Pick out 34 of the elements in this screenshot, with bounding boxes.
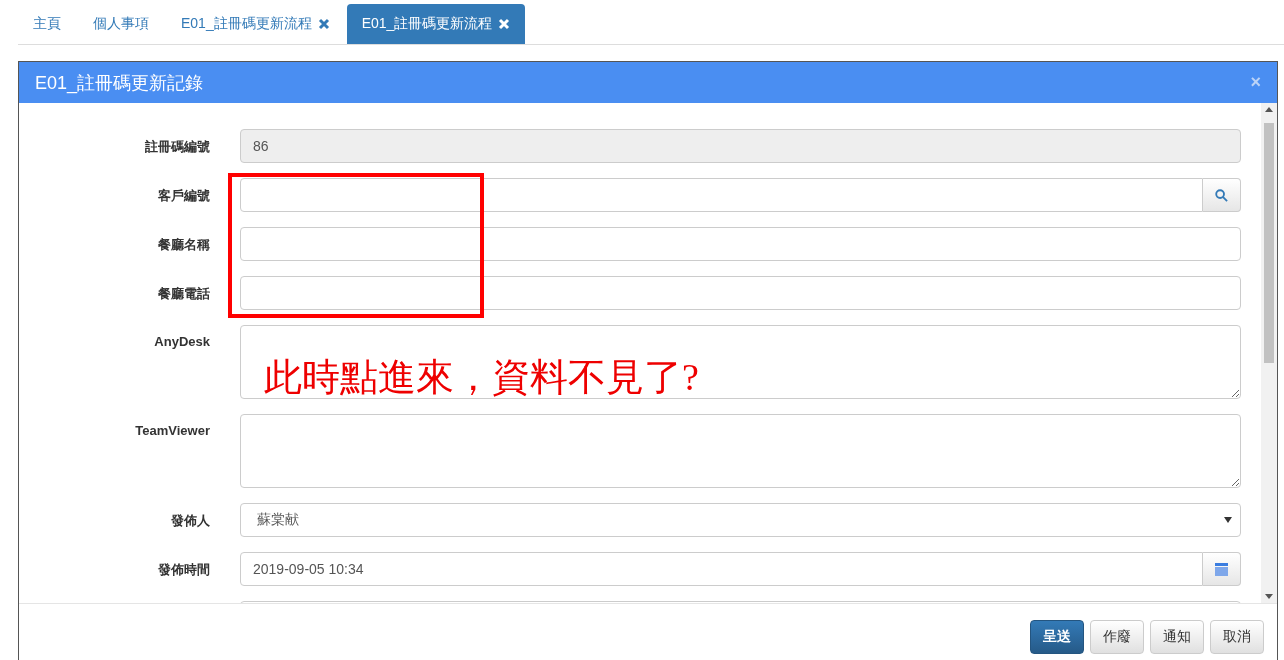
search-icon	[1215, 188, 1228, 202]
input-field[interactable]	[240, 276, 1241, 310]
field-label: TeamViewer	[134, 422, 210, 440]
scroll-up-icon[interactable]	[1265, 107, 1273, 112]
tab[interactable]: 主頁	[18, 4, 76, 44]
calendar-button[interactable]	[1203, 552, 1241, 586]
calendar-icon	[1215, 562, 1228, 576]
scroll-thumb[interactable]	[1264, 123, 1274, 363]
dialog-button[interactable]: 作廢	[1090, 620, 1144, 654]
dialog-title: E01_註冊碼更新記錄	[35, 71, 204, 95]
field-label: 客戶編號	[157, 187, 210, 205]
field-label: 餐廳名稱	[157, 236, 210, 254]
annotation-text: 此時點進來，資料不見了?	[264, 355, 699, 400]
tab[interactable]: 個人事項	[78, 4, 164, 44]
select-field[interactable]: 蘇棠献	[240, 503, 1241, 537]
tab[interactable]: E01_註冊碼更新流程	[166, 4, 345, 44]
field-label: 發佈人	[170, 512, 210, 530]
tab[interactable]: E01_註冊碼更新流程	[346, 4, 526, 44]
field-label: 發佈時間	[157, 561, 210, 579]
input-field[interactable]	[240, 227, 1241, 261]
dialog-button[interactable]: 通知	[1150, 620, 1204, 654]
field-label: 註冊碼編號	[144, 138, 210, 156]
dialog-button[interactable]: 呈送	[1030, 620, 1084, 654]
field-label: 餐廳電話	[157, 285, 210, 303]
caret-icon	[1224, 517, 1232, 523]
text-area[interactable]	[240, 325, 1241, 399]
close-icon[interactable]	[317, 18, 330, 30]
field-label: AnyDesk	[153, 333, 210, 351]
input-field[interactable]: 86	[240, 129, 1241, 163]
input-field[interactable]	[240, 178, 1203, 212]
search-button[interactable]	[1203, 178, 1241, 212]
dialog-button[interactable]: 取消	[1210, 620, 1264, 654]
scroll-down-icon[interactable]	[1265, 594, 1273, 599]
input-field[interactable]: 2019-09-05 10:34	[240, 552, 1203, 586]
